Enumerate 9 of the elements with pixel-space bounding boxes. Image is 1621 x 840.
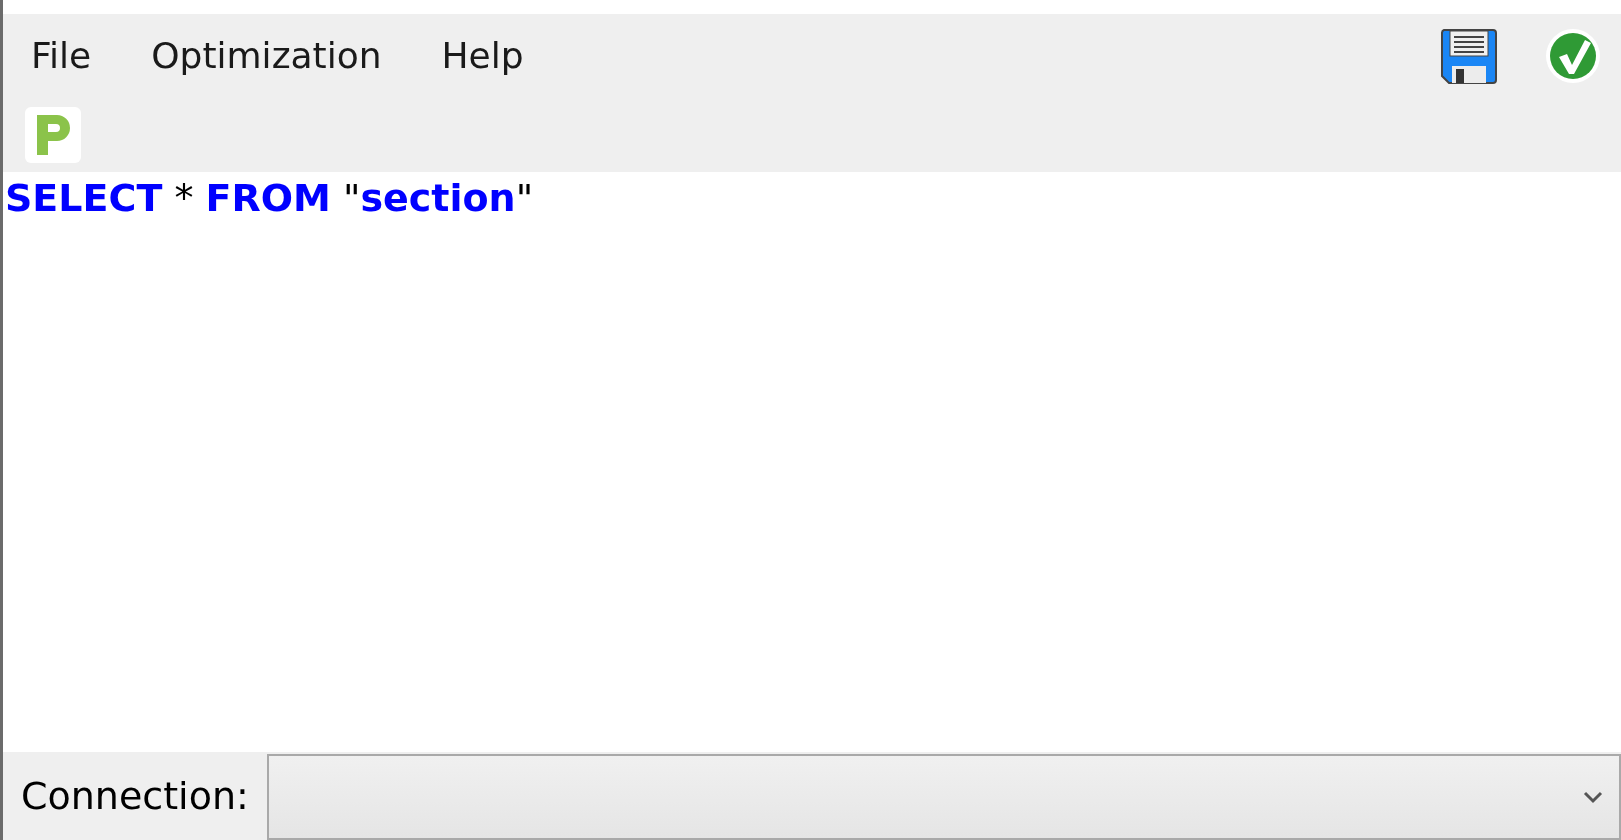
p-logo-icon[interactable]: [25, 107, 81, 163]
code-line: SELECT * FROM "section": [5, 176, 535, 222]
check-icon[interactable]: [1545, 28, 1601, 84]
menu-item[interactable]: File: [25, 29, 98, 83]
menu-item[interactable]: Optimization: [145, 29, 388, 83]
chevron-down-icon: [1583, 790, 1603, 804]
connection-label: Connection:: [20, 772, 250, 820]
menu-item[interactable]: Help: [435, 29, 530, 83]
connection-dropdown[interactable]: [266, 754, 1621, 840]
